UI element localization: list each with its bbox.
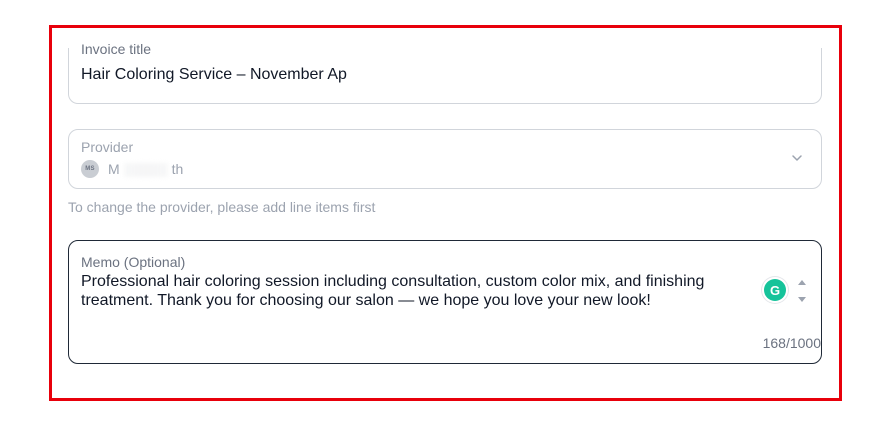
provider-label: Provider <box>81 139 134 155</box>
memo-textarea[interactable]: Professional hair coloring session inclu… <box>81 272 761 310</box>
avatar: MS <box>81 160 99 178</box>
provider-helper-text: To change the provider, please add line … <box>68 199 376 215</box>
scroll-arrows-icon[interactable] <box>797 277 807 305</box>
highlight-frame: Invoice title Hair Coloring Service – No… <box>49 25 842 401</box>
provider-value: MS Mth <box>81 160 183 178</box>
character-counter: 168/1000 <box>762 335 821 351</box>
invoice-title-label: Invoice title <box>81 41 152 57</box>
chevron-down-icon[interactable] <box>791 152 803 164</box>
provider-name: Mth <box>108 160 184 178</box>
memo-label: Memo (Optional) <box>81 254 186 270</box>
invoice-title-input[interactable]: Hair Coloring Service – November Ap <box>81 66 347 84</box>
invoice-title-field[interactable]: Invoice title Hair Coloring Service – No… <box>68 41 822 104</box>
redacted-mask <box>123 163 168 178</box>
provider-select[interactable]: Provider MS Mth <box>68 129 822 189</box>
memo-field[interactable]: Memo (Optional) Professional hair colori… <box>68 240 822 364</box>
grammarly-icon[interactable]: G <box>762 277 788 303</box>
